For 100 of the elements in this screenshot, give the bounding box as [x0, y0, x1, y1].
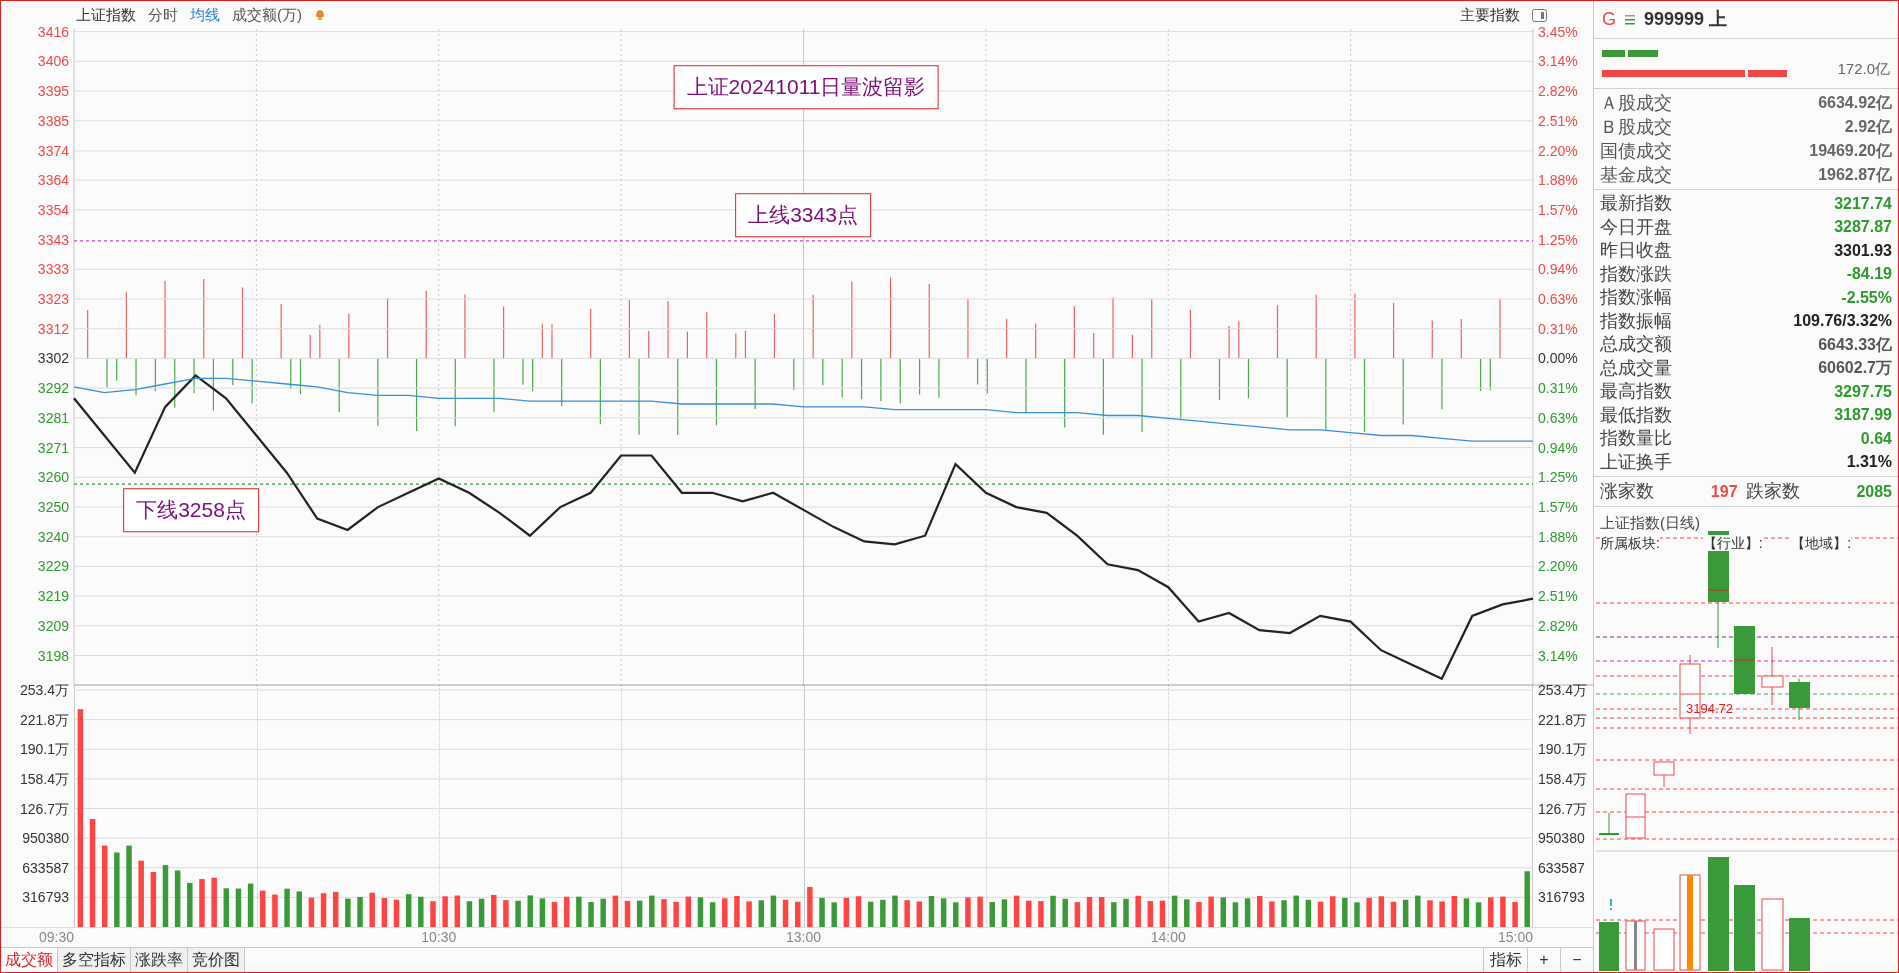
- axis-label: 316793: [22, 889, 69, 906]
- axis-label: 2.51%: [1538, 112, 1578, 129]
- axis-label: 1.25%: [1538, 469, 1578, 486]
- axis-label: 0.31%: [1538, 380, 1578, 397]
- axis-label: 253.4万: [1538, 682, 1588, 698]
- axis-label: 3240: [37, 528, 69, 545]
- stat-value: 6643.33亿: [1818, 334, 1892, 355]
- axis-label: 158.4万: [1538, 770, 1588, 787]
- axis-label: 0.63%: [1538, 409, 1578, 426]
- axis-label: 950380: [22, 830, 69, 847]
- stat-label: 最低指数: [1600, 403, 1672, 427]
- axis-label: 0.94%: [1538, 261, 1578, 278]
- stat-label: 跌家数: [1745, 480, 1800, 503]
- axis-label: 0.00%: [1538, 350, 1578, 367]
- stat-label: 总成交额: [1600, 333, 1672, 357]
- chart-option[interactable]: 分时: [148, 3, 178, 27]
- stat-label: 最高指数: [1600, 380, 1672, 404]
- candle: [1733, 626, 1756, 694]
- panel-toggle-icon[interactable]: [1532, 8, 1547, 22]
- axis-label: 3395: [37, 83, 69, 100]
- price-mark: 3194.72: [1686, 700, 1733, 718]
- annotation-label: 上证20241011日量波留影: [673, 65, 939, 109]
- stat-value: 2.92亿: [1844, 117, 1892, 137]
- main-index-label: 主要指数: [1460, 4, 1520, 25]
- toolbar-button[interactable]: −: [1560, 948, 1593, 972]
- axis-label: 3260: [37, 469, 69, 486]
- stat-value: 109.76/3.32%: [1793, 311, 1892, 332]
- stat-label: 指数量比: [1600, 427, 1672, 451]
- bottom-tab[interactable]: 多空指标: [58, 948, 131, 972]
- axis-label: 3.14%: [1538, 53, 1578, 70]
- axis-label: 0.63%: [1538, 291, 1578, 307]
- axis-label: 0.31%: [1538, 320, 1578, 337]
- stat-label: 基金成交: [1600, 163, 1672, 187]
- axis-label: 633587: [22, 859, 69, 876]
- stat-value: 3297.75: [1834, 381, 1892, 402]
- axis-label: 2.51%: [1538, 588, 1578, 605]
- stat-value: 3287.87: [1834, 217, 1892, 238]
- axis-label: 1.88%: [1538, 172, 1578, 189]
- axis-label: 253.4万: [19, 682, 69, 698]
- axis-label: 3406: [37, 53, 69, 70]
- axis-label: 2.20%: [1538, 558, 1578, 575]
- chart-option[interactable]: 成交额(万): [232, 3, 302, 27]
- stat-label: 昨日收盘: [1600, 239, 1672, 263]
- fall-count: 2085: [1856, 481, 1892, 502]
- axis-label: 221.8万: [1538, 711, 1588, 728]
- time-label: 10:30: [421, 929, 457, 946]
- sector-label: 【行业】:: [1702, 535, 1763, 551]
- axis-label: 633587: [1538, 859, 1585, 876]
- axis-label: 2.82%: [1538, 83, 1578, 100]
- axis-label: 3292: [37, 380, 69, 397]
- axis-label: 3.45%: [1538, 23, 1578, 40]
- toolbar-button[interactable]: 指标: [1483, 948, 1527, 972]
- chart-option[interactable]: 均线: [190, 3, 220, 27]
- bottom-tab[interactable]: 竞价图: [188, 948, 245, 972]
- market-letter: G: [1602, 8, 1616, 31]
- candle: [1653, 761, 1675, 788]
- axis-label: 2.82%: [1538, 617, 1578, 634]
- axis-label: 3354: [37, 201, 69, 218]
- axis-label: 316793: [1538, 889, 1585, 906]
- bottom-tab[interactable]: 涨跌率: [131, 948, 188, 972]
- axis-label: 3198: [37, 647, 69, 664]
- time-label: 14:00: [1150, 929, 1186, 946]
- stat-value: -2.55%: [1841, 287, 1892, 308]
- axis-label: 3302: [37, 350, 69, 367]
- axis-label: 1.25%: [1538, 231, 1578, 248]
- stat-label: 最新指数: [1600, 192, 1672, 216]
- candle: [1625, 793, 1646, 839]
- stat-value: 6634.92亿: [1818, 93, 1892, 113]
- axis-label: 3333: [37, 261, 69, 278]
- axis-label: 3385: [37, 112, 69, 129]
- axis-label: 3209: [37, 617, 69, 634]
- toolbar-button[interactable]: +: [1527, 948, 1560, 972]
- axis-label: 3374: [37, 142, 69, 159]
- stat-value: -84.19: [1846, 264, 1892, 285]
- sector-label: 所属板块:: [1600, 535, 1660, 551]
- stat-label: 涨家数: [1600, 480, 1654, 503]
- bell-icon[interactable]: [314, 8, 326, 22]
- axis-label: 190.1万: [1538, 741, 1588, 758]
- axis-label: 1.57%: [1538, 201, 1578, 218]
- axis-label: 1.88%: [1538, 528, 1578, 545]
- stat-value: 19469.20亿: [1809, 141, 1892, 161]
- sector-label: 【地域】:: [1791, 535, 1852, 551]
- stat-label: 总成交量: [1600, 356, 1672, 380]
- stat-value: 60602.7万: [1818, 358, 1892, 379]
- index-code: 999999 上: [1644, 8, 1728, 31]
- stat-label: 今日开盘: [1600, 215, 1672, 239]
- stat-value: 3217.74: [1834, 193, 1892, 214]
- axis-label: 3229: [37, 558, 69, 575]
- rise-count: 197: [1710, 481, 1738, 502]
- kline-title: 上证指数(日线): [1600, 514, 1700, 531]
- stat-label: 指数涨幅: [1600, 286, 1672, 310]
- annotation-label: 下线3258点: [123, 488, 259, 532]
- stat-value: 3301.93: [1834, 240, 1892, 261]
- stat-label: 上证换手: [1600, 450, 1672, 474]
- bottom-tab[interactable]: 成交额: [1, 948, 58, 972]
- axis-label: 0.94%: [1538, 439, 1578, 456]
- stat-value: 1962.87亿: [1818, 165, 1892, 185]
- chart-title: 上证指数: [76, 4, 136, 25]
- axis-label: 190.1万: [19, 741, 69, 758]
- candle: [1789, 678, 1810, 721]
